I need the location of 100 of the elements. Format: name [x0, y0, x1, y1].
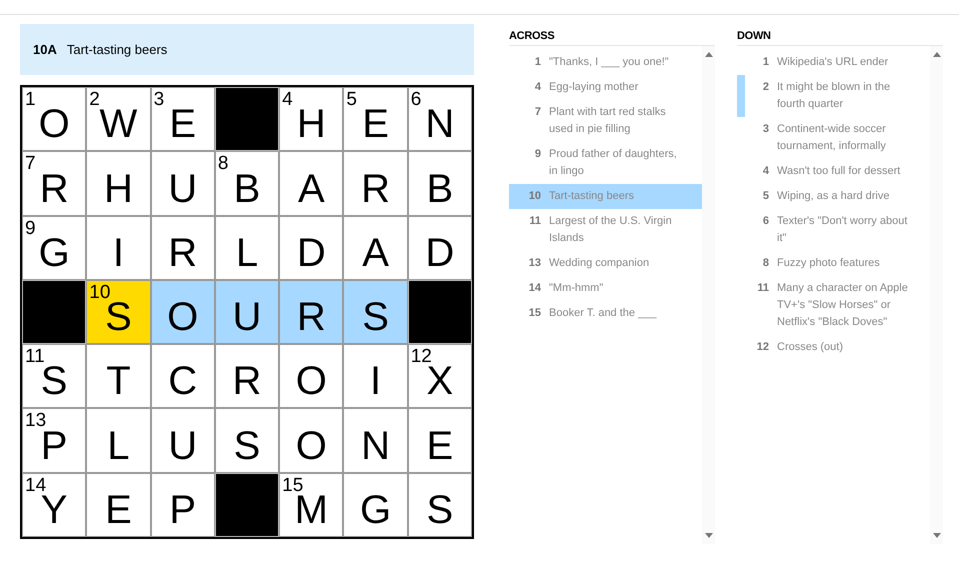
cell-letter: L: [107, 426, 130, 466]
cell-number: 9: [25, 218, 36, 238]
clue-item[interactable]: 13 Wedding companion: [509, 251, 702, 276]
grid-cell[interactable]: D: [279, 216, 344, 280]
grid-cell[interactable]: E: [86, 472, 151, 537]
grid-cell[interactable]: O: [150, 280, 215, 344]
grid-cell[interactable]: A: [279, 151, 344, 216]
cell-letter: T: [106, 361, 131, 402]
grid-cell[interactable]: S: [214, 408, 280, 473]
clue-item[interactable]: 12 Crosses (out): [737, 335, 930, 360]
grid-cell[interactable]: A: [343, 216, 408, 280]
cell-number: 7: [25, 154, 36, 174]
grid-cell[interactable]: N: [343, 408, 408, 473]
cell-letter: L: [236, 232, 258, 273]
clue-bar-text: Tart-tasting beers: [66, 40, 168, 59]
grid-cell[interactable]: G: [343, 472, 408, 537]
cell-letter: E: [362, 104, 389, 144]
grid-cell[interactable]: O: [279, 344, 344, 408]
cell-letter: R: [168, 232, 198, 273]
grid-cell[interactable]: E: [408, 408, 472, 473]
grid-cell[interactable]: U: [150, 408, 215, 473]
grid-cell[interactable]: O: [279, 408, 344, 473]
cell-letter: I: [112, 232, 124, 273]
cell-letter: S: [362, 297, 389, 338]
grid-cell[interactable]: R: [279, 280, 344, 344]
grid-cell[interactable]: R: [150, 216, 215, 280]
cell-letter: U: [168, 168, 198, 209]
clue-list-heading: DOWN: [737, 24, 943, 46]
clue-item[interactable]: 8 Fuzzy photo features: [737, 251, 930, 276]
grid-cell[interactable]: S: [408, 472, 472, 537]
cell-letter: R: [40, 168, 69, 209]
grid-cell[interactable]: R: [214, 344, 280, 408]
grid-cell[interactable]: H: [86, 151, 151, 216]
scroll-up-icon[interactable]: [704, 52, 712, 57]
grid-cell[interactable]: C: [150, 344, 215, 408]
grid-cell[interactable]: L: [86, 408, 151, 473]
clue-item[interactable]: 6 Texter's "Don't worry about it": [737, 209, 930, 251]
clue-item[interactable]: 3 Continent-wide soccer tournament, informally: [737, 117, 930, 159]
cell-letter: O: [296, 361, 327, 402]
grid-cell[interactable]: L: [214, 216, 280, 280]
clue-item[interactable]: 9 Proud father of daughters, in lingo: [509, 142, 702, 184]
clue-item[interactable]: 4 Egg-laying mother: [509, 75, 702, 100]
cell-letter: G: [360, 490, 392, 530]
grid-cell[interactable]: D: [408, 216, 472, 280]
grid-cell[interactable]: P: [150, 472, 215, 537]
grid-cell[interactable]: S: [343, 280, 408, 344]
scroll-up-icon[interactable]: [932, 52, 940, 57]
cell-letter: O: [38, 104, 70, 144]
cell-letter: S: [234, 426, 260, 466]
cell-letter: B: [426, 168, 454, 209]
scrollbar[interactable]: [930, 46, 943, 544]
grid-cell[interactable]: B: [408, 151, 472, 216]
grid-cell[interactable]: U: [150, 151, 215, 216]
cell-letter: E: [426, 426, 454, 466]
cell-letter: U: [232, 297, 262, 338]
cell-letter: N: [361, 426, 390, 466]
grid-cell[interactable]: U: [214, 280, 280, 344]
cell-letter: R: [232, 361, 262, 402]
cell-number: 3: [154, 90, 164, 109]
cell-letter: O: [167, 297, 198, 338]
scroll-down-icon[interactable]: [704, 533, 712, 538]
scroll-down-icon[interactable]: [932, 533, 940, 538]
clue-item[interactable]: 1 "Thanks, I ___ you one!": [509, 50, 702, 75]
grid-cell[interactable]: R: [343, 151, 408, 216]
cell-number: 15: [282, 476, 304, 495]
clue-item[interactable]: 4 Wasn't too full for dessert: [737, 159, 930, 184]
cell-letter: D: [296, 232, 326, 273]
cell-letter: U: [168, 426, 198, 466]
cell-letter: E: [105, 490, 132, 530]
clue-bar-label: 10A: [33, 40, 57, 59]
cell-letter: P: [169, 490, 196, 530]
clue-item[interactable]: 11 Largest of the U.S. Virgin Islands: [509, 209, 702, 251]
cell-letter: W: [100, 104, 138, 144]
clue-item[interactable]: 14 "Mm-hmm": [509, 276, 702, 301]
clue-item[interactable]: 5 Wiping, as a hard drive: [737, 184, 930, 209]
grid-cell[interactable]: I: [86, 216, 151, 280]
grid-cell[interactable]: T: [86, 344, 151, 408]
grid-cell[interactable]: I: [343, 344, 408, 408]
cell-number: 4: [282, 90, 293, 109]
cell-letter: A: [298, 168, 325, 209]
cell-letter: R: [296, 297, 326, 338]
cell-letter: B: [234, 168, 260, 209]
scrollbar[interactable]: [702, 46, 715, 544]
cell-letter: S: [426, 490, 454, 530]
cell-letter: R: [361, 168, 390, 209]
clue-list-heading: ACROSS: [509, 24, 715, 46]
clue-item[interactable]: 1 Wikipedia's URL ender: [737, 50, 930, 75]
cell-number: 8: [218, 154, 228, 174]
cell-letter: A: [362, 232, 389, 273]
cell-number: 1: [25, 90, 36, 109]
cell-letter: C: [168, 361, 198, 402]
cell-letter: G: [38, 232, 70, 273]
cell-number: 6: [410, 90, 422, 109]
cell-letter: H: [296, 104, 326, 144]
cell-number: 2: [89, 90, 100, 109]
clue-item[interactable]: 7 Plant with tart red stalks used in pie filling: [509, 100, 702, 142]
cell-letter: H: [104, 168, 133, 209]
cell-letter: D: [425, 232, 454, 273]
clue-item[interactable]: 15 Booker T. and the ___: [509, 301, 702, 326]
clue-item[interactable]: 11 Many a character on Apple TV+'s "Slow Horses" or Netflix's "Black Doves": [737, 276, 930, 335]
